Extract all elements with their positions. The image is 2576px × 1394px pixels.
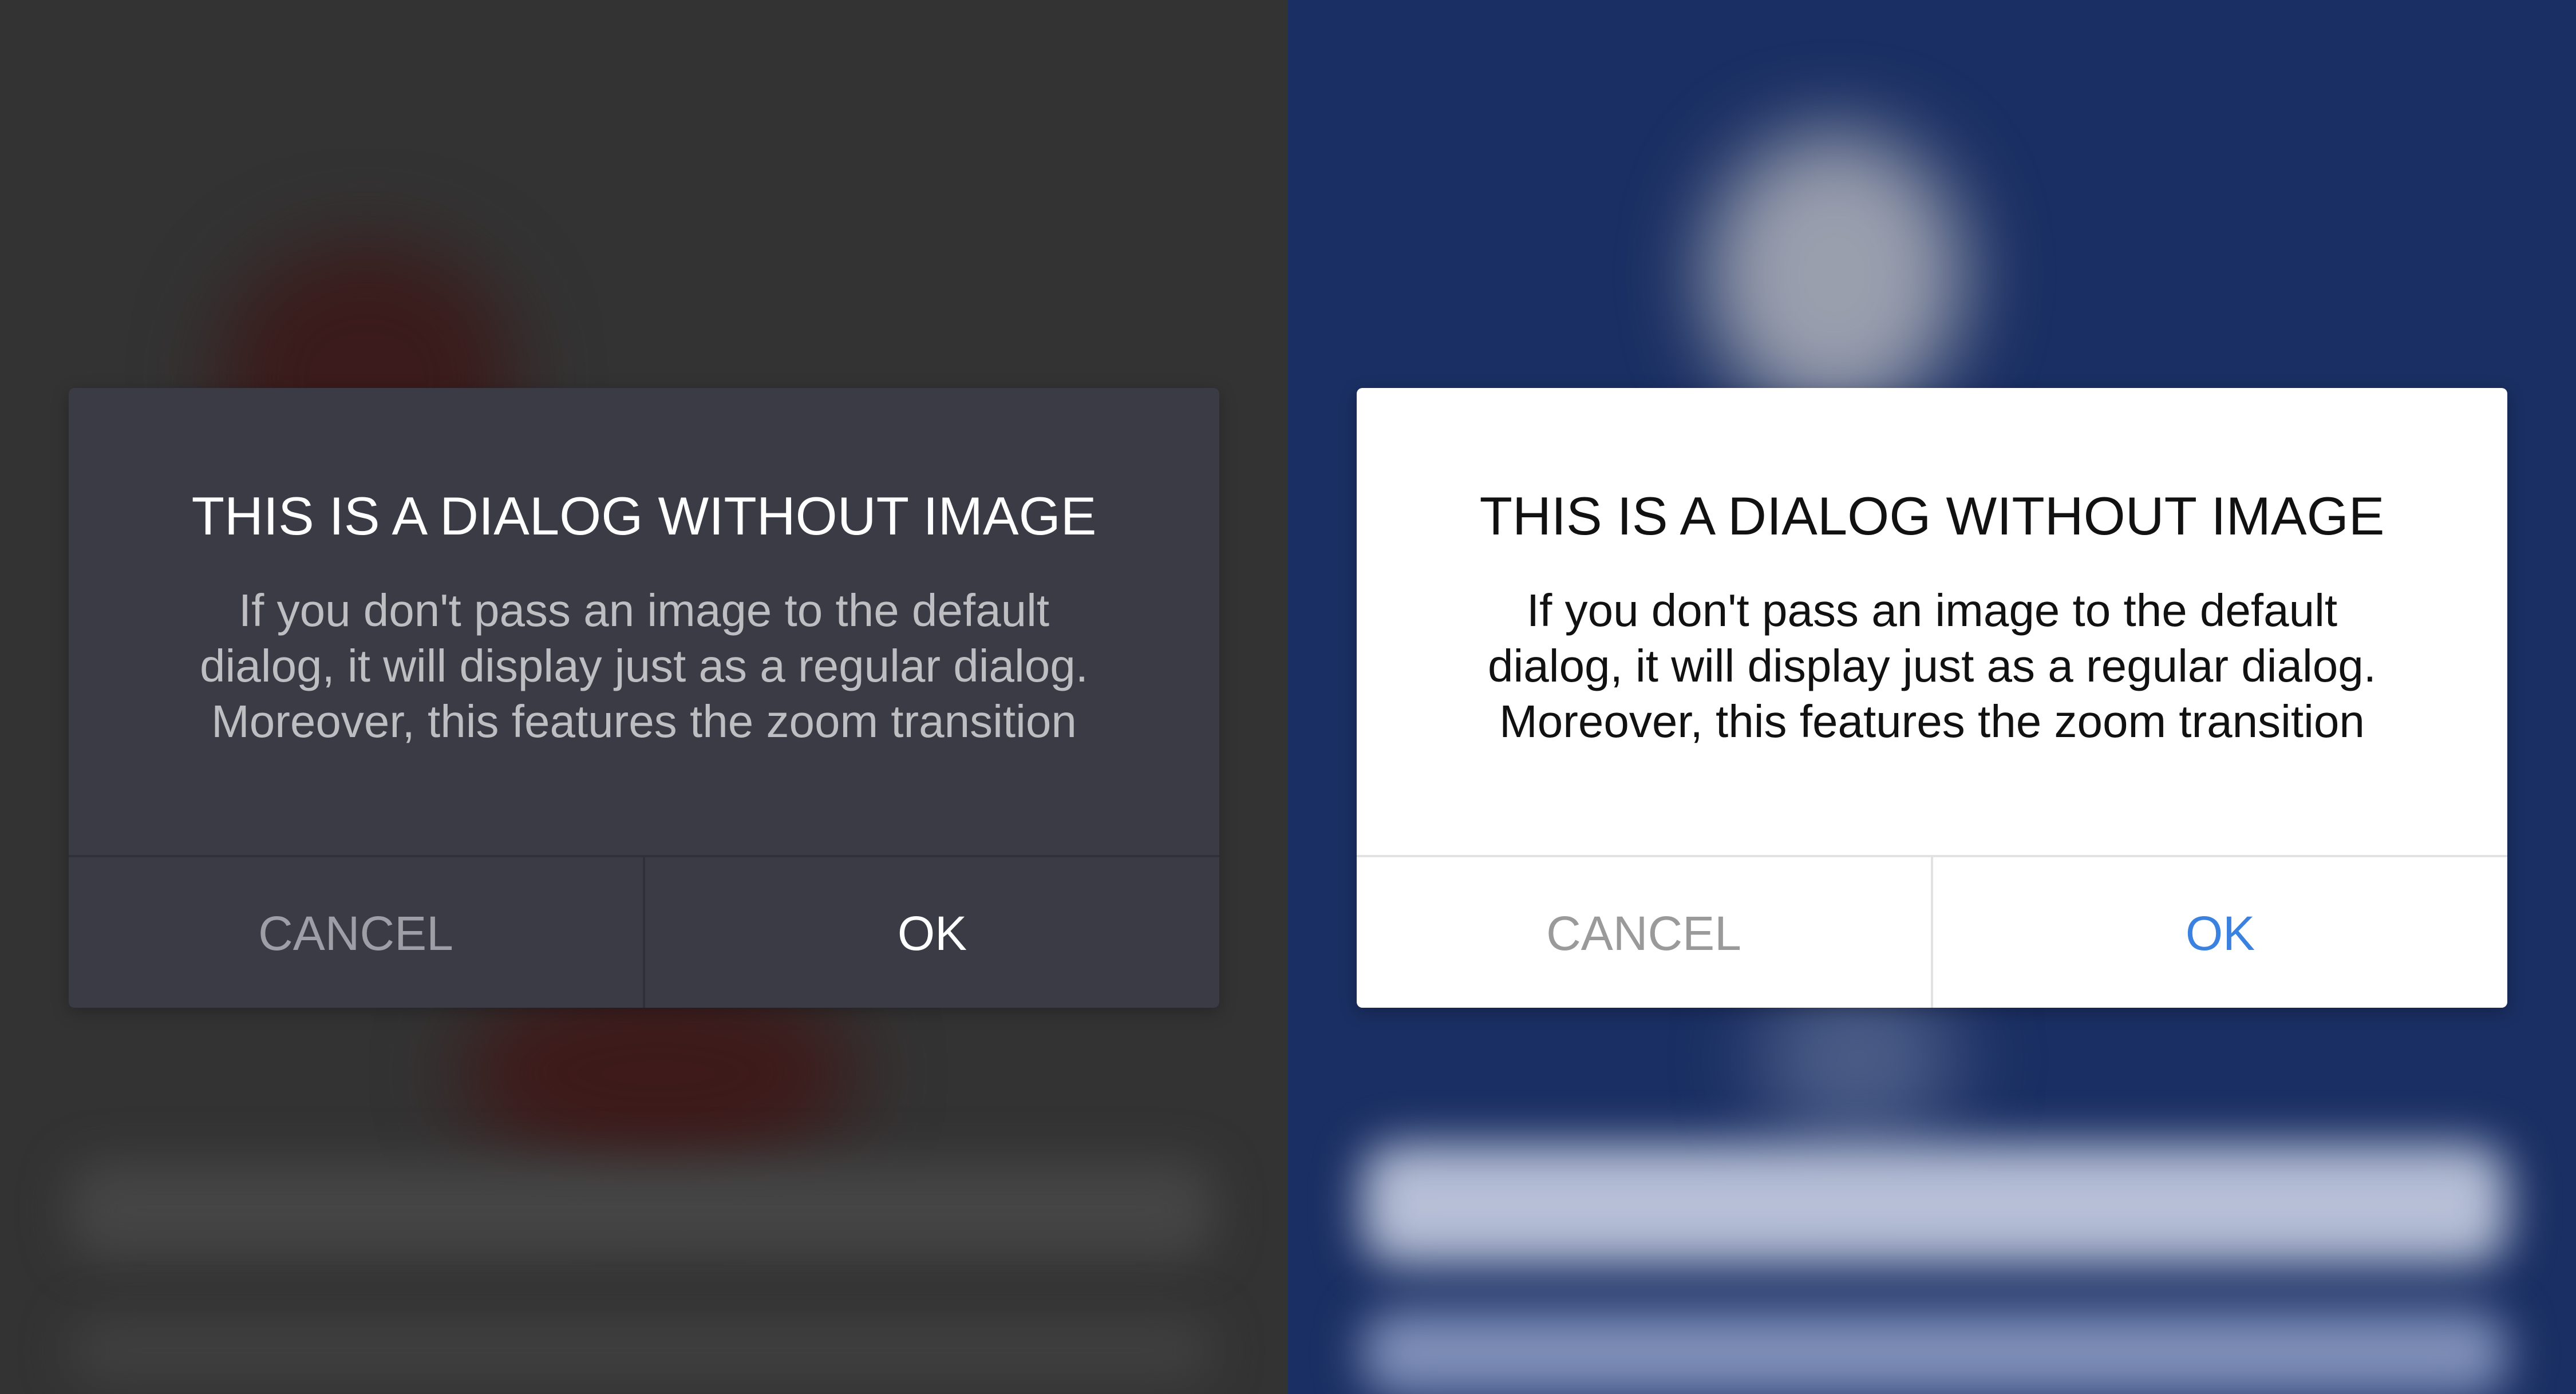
ok-button[interactable]: OK [1933,857,2507,1008]
ok-button[interactable]: OK [645,857,1219,1008]
background-blur [1706,132,1963,418]
light-theme-panel: THIS IS A DIALOG WITHOUT IMAGE If you do… [1288,0,2576,1394]
dialog-title: THIS IS A DIALOG WITHOUT IMAGE [191,486,1097,546]
background-blur [69,1316,1214,1385]
dialog-actions: CANCEL OK [1357,855,2507,1008]
background-blur [69,1162,1214,1259]
background-blur [1362,1144,2507,1265]
dialog: THIS IS A DIALOG WITHOUT IMAGE If you do… [1357,388,2507,1008]
cancel-button[interactable]: CANCEL [1357,857,1933,1008]
dialog-actions: CANCEL OK [69,855,1219,1008]
dialog-title: THIS IS A DIALOG WITHOUT IMAGE [1479,486,2385,546]
dialog-message: If you don't pass an image to the defaul… [200,585,1088,747]
cancel-button[interactable]: CANCEL [69,857,645,1008]
dialog-message: If you don't pass an image to the defaul… [1488,585,2376,747]
background-blur [1362,1310,2507,1394]
dark-theme-panel: THIS IS A DIALOG WITHOUT IMAGE If you do… [0,0,1288,1394]
dialog: THIS IS A DIALOG WITHOUT IMAGE If you do… [69,388,1219,1008]
